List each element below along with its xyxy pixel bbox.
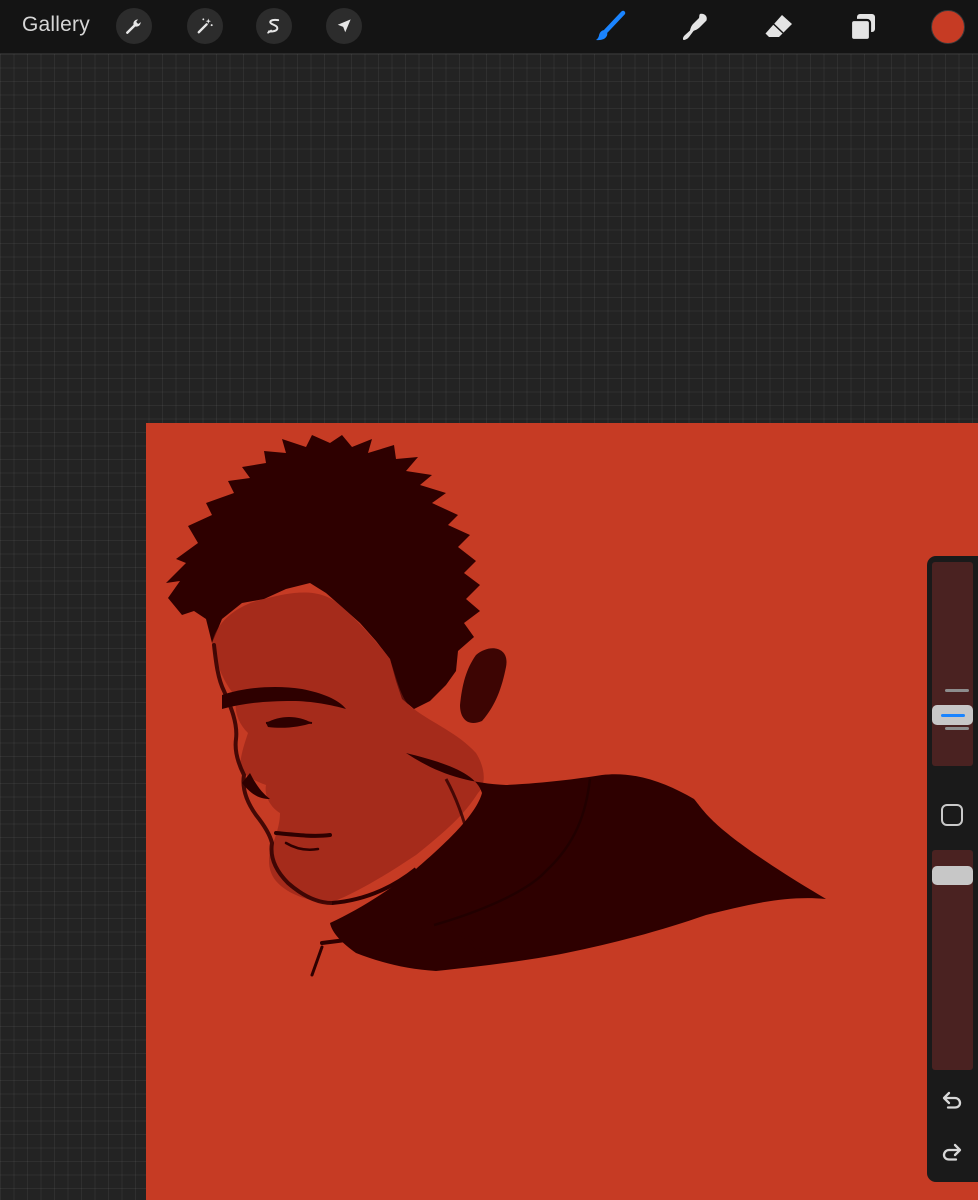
smudge-tool-button[interactable]	[677, 9, 713, 45]
undo-icon[interactable]	[940, 1088, 964, 1112]
transform-arrow-icon	[337, 19, 351, 33]
opacity-handle[interactable]	[932, 866, 973, 885]
brush-size-slider[interactable]	[932, 562, 973, 766]
magic-wand-icon	[197, 18, 213, 34]
color-swatch[interactable]	[931, 10, 965, 44]
canvas-artwork	[146, 423, 978, 1200]
size-tick	[945, 689, 969, 692]
right-sidebar	[927, 556, 978, 1182]
gallery-button[interactable]: Gallery	[22, 13, 90, 37]
eraser-tool-button[interactable]	[761, 9, 797, 45]
eraser-icon	[765, 15, 792, 37]
smudge-icon	[682, 13, 707, 40]
modify-button[interactable]	[941, 804, 963, 826]
transform-button[interactable]	[326, 8, 362, 44]
redo-icon[interactable]	[940, 1140, 964, 1164]
brush-icon	[596, 10, 626, 41]
size-tick	[945, 727, 969, 730]
adjustments-button[interactable]	[187, 8, 223, 44]
brush-size-handle[interactable]	[932, 705, 973, 725]
layers-icon	[849, 14, 875, 42]
top-toolbar: Gallery	[0, 0, 978, 54]
size-indicator	[940, 713, 965, 717]
selection-button[interactable]	[256, 8, 292, 44]
brush-tool-button[interactable]	[592, 9, 628, 45]
layers-button[interactable]	[845, 9, 881, 45]
drawing-canvas[interactable]	[146, 423, 978, 1200]
actions-button[interactable]	[116, 8, 152, 44]
wrench-icon	[126, 19, 141, 34]
selection-icon	[267, 18, 280, 34]
